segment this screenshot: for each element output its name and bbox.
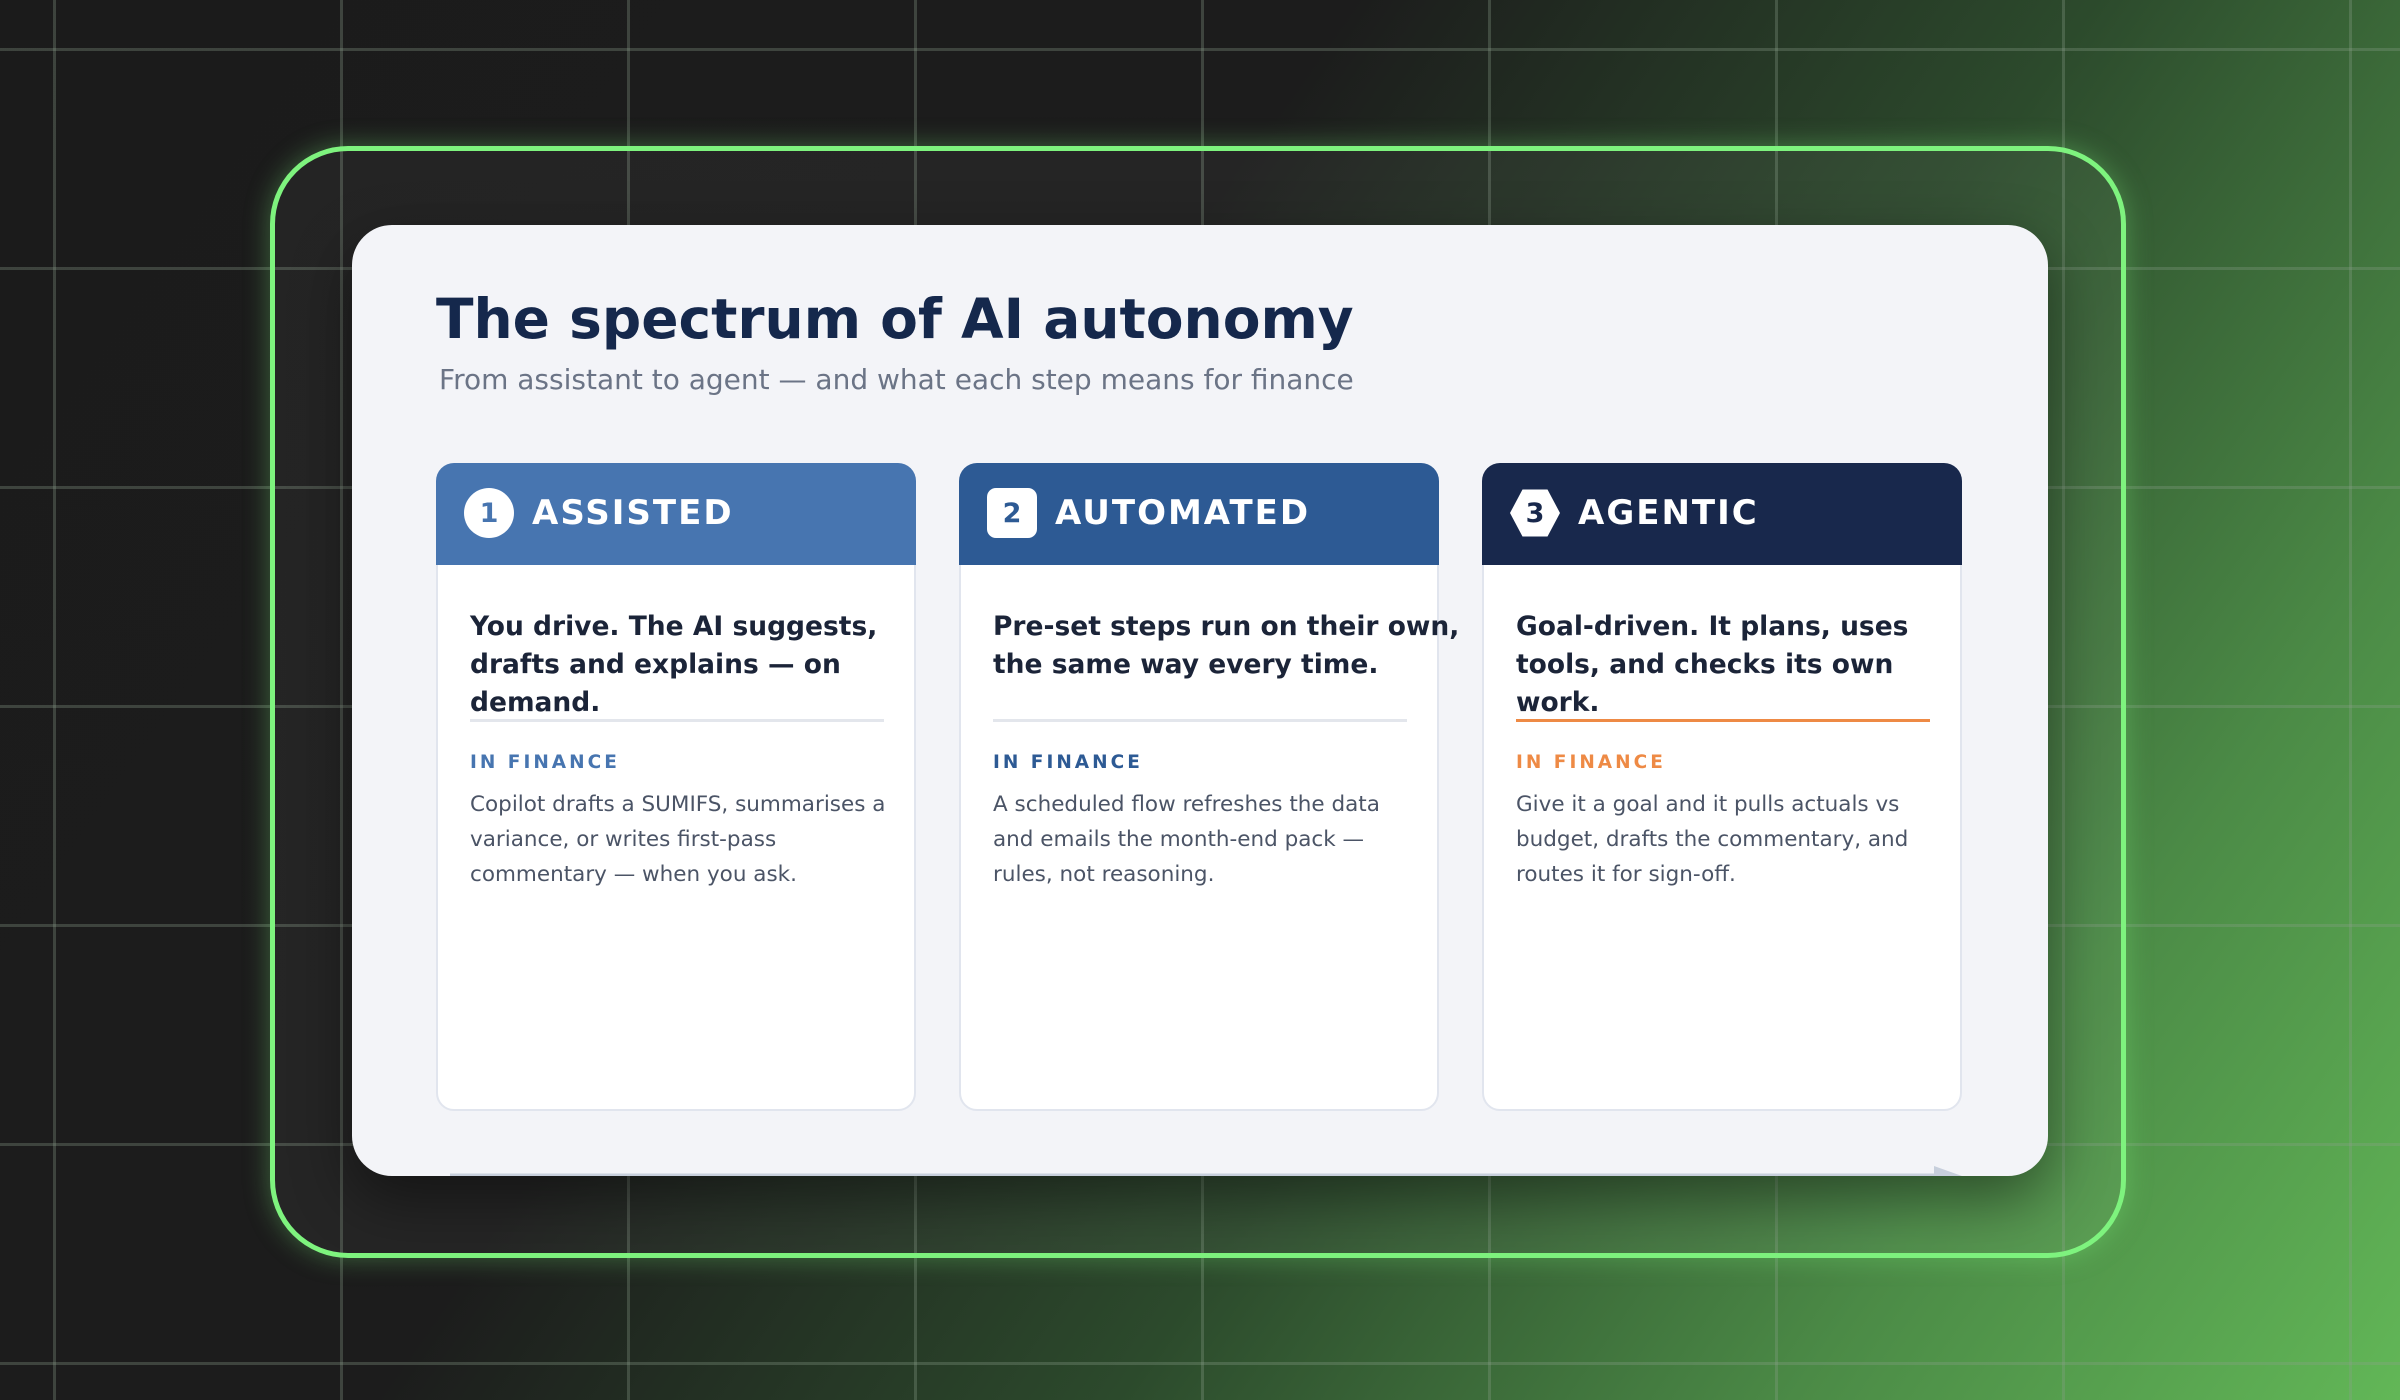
divider-accent xyxy=(1516,719,1930,722)
stage-kicker: IN FINANCE xyxy=(993,752,1143,773)
stage-header: 2 AUTOMATED xyxy=(959,463,1439,565)
stage-header: 3 AGENTIC xyxy=(1482,463,1962,565)
slide-card: The spectrum of AI autonomy From assista… xyxy=(352,225,2048,1176)
stage-name: AUTOMATED xyxy=(1055,493,1311,533)
stage-body: Copilot drafts a SUMIFS, summarises a va… xyxy=(470,792,886,887)
stage-card-automated: 2 AUTOMATED Pre-set steps run on their o… xyxy=(959,463,1459,1111)
stage-lead: Goal-driven. It plans, uses tools, and c… xyxy=(1516,611,1909,718)
page-subtitle: From assistant to agent — and what each … xyxy=(439,363,1354,396)
arrow-right-icon xyxy=(450,1166,1962,1176)
hexagon-badge-icon: 3 xyxy=(1510,489,1560,537)
divider xyxy=(470,719,884,722)
stage-lead: Pre-set steps run on their own, the same… xyxy=(993,611,1460,680)
stage-header: 1 ASSISTED xyxy=(436,463,916,565)
divider xyxy=(993,719,1407,722)
circle-badge-icon: 1 xyxy=(464,488,514,538)
stage-card-agentic: 3 AGENTIC Goal-driven. It plans, uses to… xyxy=(1482,463,1962,1111)
stage-name: AGENTIC xyxy=(1578,493,1759,533)
square-badge-icon: 2 xyxy=(987,488,1037,538)
stage-lead: You drive. The AI suggests, drafts and e… xyxy=(470,611,878,718)
stage-kicker: IN FINANCE xyxy=(470,752,620,773)
stage-name: ASSISTED xyxy=(532,493,734,533)
stage-body: Give it a goal and it pulls actuals vs b… xyxy=(1516,792,1909,887)
stage-card-assisted: 1 ASSISTED You drive. The AI suggests, d… xyxy=(436,463,916,1111)
stage-kicker: IN FINANCE xyxy=(1516,752,1666,773)
page-title: The spectrum of AI autonomy xyxy=(436,287,1354,351)
stage-body: A scheduled flow refreshes the data and … xyxy=(993,792,1380,887)
